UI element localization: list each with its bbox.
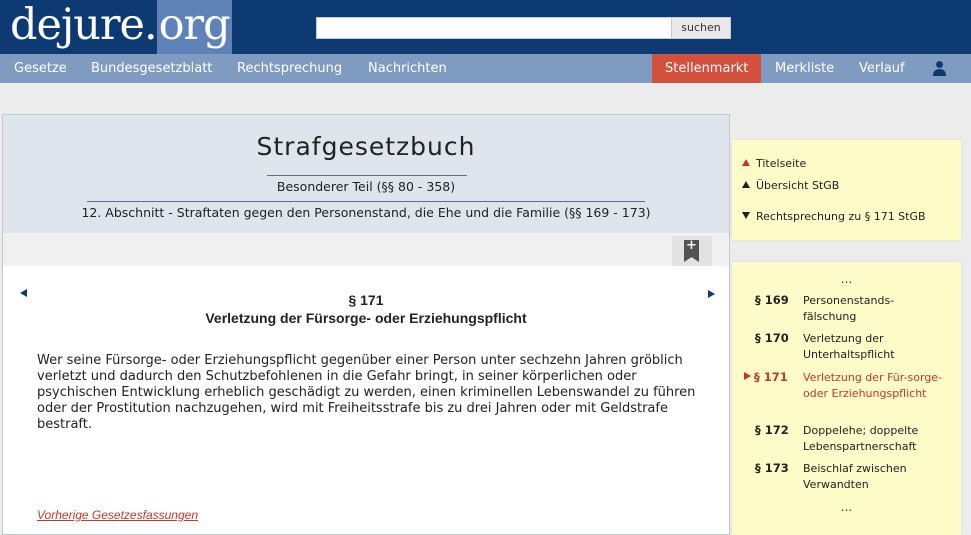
rechtsprechung-label: Rechtsprechung zu § 171 StGB: [756, 210, 926, 223]
plus-icon: +: [686, 238, 697, 253]
search-input[interactable]: [316, 17, 672, 39]
uebersicht-label: Übersicht StGB: [756, 179, 840, 192]
divider: [267, 175, 467, 176]
toc-more-above[interactable]: ...: [732, 272, 961, 286]
law-header: Strafgesetzbuch Besonderer Teil (§§ 80 -…: [3, 115, 729, 233]
user-icon-body[interactable]: [933, 69, 946, 76]
law-content-panel: Strafgesetzbuch Besonderer Teil (§§ 80 -…: [2, 114, 730, 535]
nav-bundesgesetzblatt[interactable]: Bundesgesetzblatt: [91, 54, 212, 83]
toc-number-active[interactable]: § 171: [744, 370, 788, 384]
toc-number[interactable]: § 169: [755, 293, 789, 307]
toc-panel: ... § 169 Personenstands-fälschung § 170…: [732, 262, 961, 535]
logo-text-highlight: org: [156, 0, 232, 54]
law-part[interactable]: Besonderer Teil (§§ 80 - 358): [3, 179, 729, 194]
paragraph-title: Verletzung der Fürsorge- oder Erziehungs…: [205, 310, 527, 326]
arrow-up-icon: [742, 181, 750, 188]
add-bookmark-button[interactable]: +: [672, 236, 712, 266]
toc-number[interactable]: § 173: [755, 461, 789, 475]
toc-title[interactable]: Beischlaf zwischen Verwandten: [803, 461, 943, 493]
arrow-up-icon: [742, 159, 750, 166]
titelseite-link[interactable]: Titelseite: [742, 157, 806, 171]
top-header: dejure.org suchen: [0, 0, 971, 54]
logo[interactable]: dejure.org: [10, 0, 232, 54]
nav-stellenmarkt[interactable]: Stellenmarkt: [652, 54, 762, 83]
toolbar: +: [3, 233, 729, 266]
divider: [87, 201, 645, 202]
law-section[interactable]: 12. Abschnitt - Straftaten gegen den Per…: [3, 205, 729, 220]
toc-number[interactable]: § 172: [755, 423, 789, 437]
user-icon[interactable]: [936, 61, 943, 68]
toc-number-label: § 171: [754, 370, 788, 384]
nav-nachrichten[interactable]: Nachrichten: [368, 54, 447, 83]
current-marker-icon: [744, 372, 751, 380]
uebersicht-link[interactable]: Übersicht StGB: [742, 179, 839, 193]
toc-title[interactable]: Doppelehe; doppelte Lebenspartnerschaft: [803, 423, 943, 455]
titelseite-label: Titelseite: [756, 157, 807, 170]
toc-number[interactable]: § 170: [755, 331, 789, 345]
nav-merkliste[interactable]: Merkliste: [775, 54, 834, 83]
law-title: Strafgesetzbuch: [256, 132, 476, 161]
paragraph-text: Wer seine Fürsorge- oder Erziehungspflic…: [37, 353, 696, 432]
toc-title[interactable]: Personenstands-fälschung: [803, 293, 943, 325]
nav-verlauf[interactable]: Verlauf: [859, 54, 905, 83]
main-nav: Gesetze Bundesgesetzblatt Rechtsprechung…: [0, 54, 971, 83]
search-button[interactable]: suchen: [671, 17, 731, 39]
previous-versions-link[interactable]: Vorherige Gesetzesfassungen: [37, 508, 198, 522]
side-links-panel: Titelseite Übersicht StGB Rechtsprechung…: [732, 140, 961, 240]
paragraph-number: § 171: [348, 292, 384, 308]
nav-rechtsprechung[interactable]: Rechtsprechung: [237, 54, 342, 83]
nav-gesetze[interactable]: Gesetze: [14, 54, 67, 83]
arrow-down-icon: [742, 212, 750, 219]
toc-title-active[interactable]: Verletzung der Für-sorge- oder Erziehung…: [803, 370, 943, 402]
toc-title[interactable]: Verletzung der Unterhaltspflicht: [803, 331, 943, 363]
logo-text: dejure.: [10, 0, 158, 50]
rechtsprechung-link[interactable]: Rechtsprechung zu § 171 StGB: [742, 210, 926, 224]
toc-more-below[interactable]: ...: [732, 500, 961, 514]
